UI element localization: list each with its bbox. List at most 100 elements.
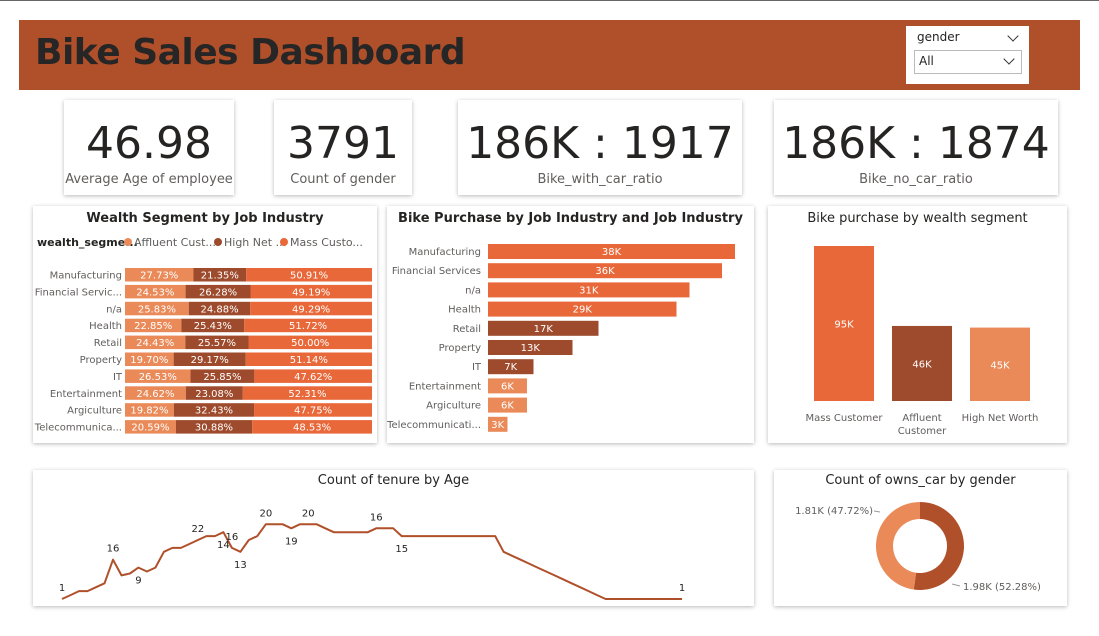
category-label: n/a xyxy=(106,304,122,315)
slice-label: 1.81K (47.72%) xyxy=(795,506,873,517)
category-label: Retail xyxy=(94,338,122,349)
data-label: 29K xyxy=(573,305,593,316)
data-label: 24.53% xyxy=(136,287,174,298)
leader-line xyxy=(951,583,961,587)
category-label: Manufacturing xyxy=(50,271,122,282)
legend-marker xyxy=(214,238,222,246)
collapse-chevron-icon[interactable] xyxy=(1007,30,1019,42)
point-label: 1 xyxy=(679,583,685,594)
donut-slice xyxy=(913,502,964,590)
data-label: 19.82% xyxy=(130,406,168,417)
category-label: High Net Worth xyxy=(962,413,1039,424)
point-label: 15 xyxy=(395,544,408,555)
point-label: 20 xyxy=(302,508,315,519)
data-label: 26.28% xyxy=(199,287,237,298)
data-label: 31K xyxy=(579,285,599,296)
category-label: Telecommunicati... xyxy=(387,420,481,431)
data-label: 24.62% xyxy=(136,389,174,400)
data-label: 24.43% xyxy=(136,338,174,349)
category-label: Telecommunica... xyxy=(34,423,122,434)
point-label: 19 xyxy=(285,536,298,547)
category-label: n/a xyxy=(465,285,481,296)
tenure-by-age-chart-card[interactable]: Count of tenure by Age 1 16 9 22 14 16 13 20 19 2… xyxy=(33,470,754,606)
wealth-segment-chart-card[interactable]: Wealth Segment by Job Industry wealth_se… xyxy=(33,206,377,443)
leader-line xyxy=(873,510,881,513)
legend-marker xyxy=(124,238,132,246)
data-label: 36K xyxy=(595,266,615,277)
kpi-label: Bike_no_car_ratio xyxy=(859,172,973,187)
point-label: 16 xyxy=(370,512,383,523)
kpi-value: 46.98 xyxy=(86,118,212,169)
dashboard-title: Bike Sales Dashboard xyxy=(35,32,466,73)
bike-purchase-industry-bar-chart: Manufacturing 38K Financial Services 36K n/a… xyxy=(387,244,735,432)
kpi-label: Bike_with_car_ratio xyxy=(537,172,663,187)
data-label: 26.53% xyxy=(139,372,177,383)
data-label: 50.91% xyxy=(290,271,328,282)
data-label: 13K xyxy=(521,343,541,354)
bike-purchase-wealth-chart-card[interactable]: Bike purchase by wealth segment 95K Mass … xyxy=(768,206,1067,443)
data-label: 25.83% xyxy=(138,304,176,315)
kpi-value: 186K : 1917 xyxy=(466,118,734,169)
data-label: 47.75% xyxy=(294,406,332,417)
data-label: 51.72% xyxy=(289,321,327,332)
kpi-card-average-age: 46.98 Average Age of employee xyxy=(64,100,234,195)
category-label: Property xyxy=(439,343,481,354)
tenure-by-age-line-chart: 116922141613201920 16151 xyxy=(59,508,685,600)
slicer-label: gender xyxy=(917,30,960,44)
data-label: 23.08% xyxy=(195,389,233,400)
data-label: 30.88% xyxy=(195,423,233,434)
data-label: 24.88% xyxy=(200,304,238,315)
data-label: 50.00% xyxy=(291,338,329,349)
owns-car-donut-card[interactable]: Count of owns_car by gender 1.98K (52.28… xyxy=(774,470,1067,606)
data-label: 32.43% xyxy=(195,406,233,417)
data-label: 47.62% xyxy=(294,372,332,383)
data-label: 49.19% xyxy=(292,287,330,298)
gender-slicer[interactable]: gender All xyxy=(906,26,1029,84)
point-label: 20 xyxy=(259,508,272,519)
category-label: Customer xyxy=(898,426,947,437)
data-label: 25.57% xyxy=(198,338,236,349)
donut-slice xyxy=(876,502,920,590)
data-label: 45K xyxy=(990,360,1010,371)
kpi-value: 3791 xyxy=(287,118,399,169)
legend-label: High Net ... xyxy=(224,236,286,249)
category-label: Health xyxy=(89,321,122,332)
category-label: Argiculture xyxy=(67,406,122,417)
kpi-label: Count of gender xyxy=(290,172,396,187)
legend-marker xyxy=(280,238,288,246)
data-label: 6K xyxy=(501,381,514,392)
gender-dropdown[interactable]: All xyxy=(914,50,1022,74)
category-label: Argiculture xyxy=(426,401,481,412)
point-label: 1 xyxy=(59,583,65,594)
category-label: Entertainment xyxy=(50,389,122,400)
point-label: 22 xyxy=(192,524,205,535)
data-label: 48.53% xyxy=(293,423,331,434)
category-label: Financial Services xyxy=(392,266,481,277)
owns-car-donut-chart: 1.98K (52.28%) 1.81K (47.72%) xyxy=(795,502,1041,593)
category-label: Property xyxy=(80,355,122,366)
category-label: Entertainment xyxy=(409,381,481,392)
slicer-selected-value: All xyxy=(919,54,934,68)
data-label: 51.14% xyxy=(290,355,328,366)
bike-purchase-industry-chart-card[interactable]: Bike Purchase by Job Industry and Job In… xyxy=(387,206,754,443)
data-label: 49.29% xyxy=(292,304,330,315)
wealth-segment-stacked-bar-chart: wealth_segme...Affluent Cust... High Net … xyxy=(34,236,373,434)
point-label: 16 xyxy=(225,532,238,543)
category-label: Retail xyxy=(453,324,481,335)
legend-label: Affluent Cust... xyxy=(134,236,216,249)
data-label: 3K xyxy=(491,420,504,431)
chevron-down-icon[interactable] xyxy=(1003,53,1015,65)
category-label: Financial Servic... xyxy=(35,287,122,298)
bike-purchase-wealth-column-chart: 95K Mass Customer 46K Affluent Customer 45K Hi… xyxy=(806,246,1039,437)
kpi-value: 186K : 1874 xyxy=(782,118,1050,169)
category-label: IT xyxy=(113,372,123,383)
data-label: 25.85% xyxy=(203,372,241,383)
data-label: 46K xyxy=(912,359,932,370)
kpi-card-bike-no-car-ratio: 186K : 1874 Bike_no_car_ratio xyxy=(774,100,1058,195)
legend-label: Mass Custo... xyxy=(290,236,363,249)
category-label: Mass Customer xyxy=(806,413,884,424)
kpi-card-count-gender: 3791 Count of gender xyxy=(274,100,412,195)
top-border-line xyxy=(0,0,1099,1)
data-label: 29.17% xyxy=(191,355,229,366)
point-label: 13 xyxy=(234,560,247,571)
